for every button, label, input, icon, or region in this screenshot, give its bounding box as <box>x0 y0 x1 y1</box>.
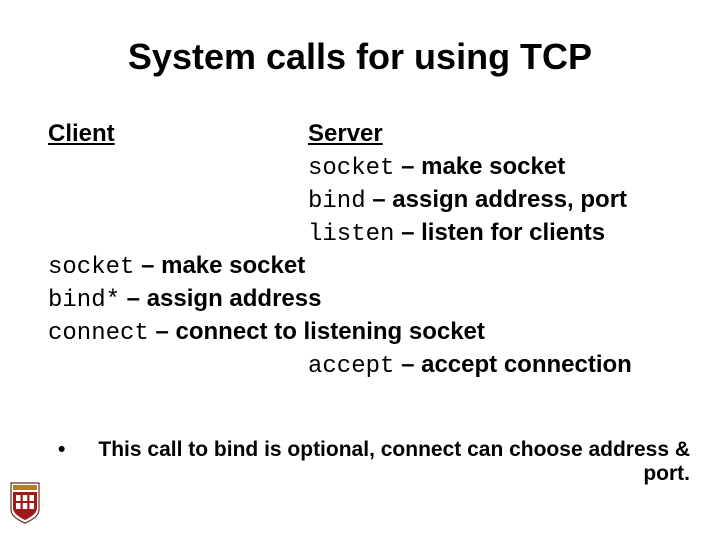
footnote: • This call to bind is optional, connect… <box>48 438 690 486</box>
server-column-header: Server <box>308 120 383 148</box>
footnote-text: This call to bind is optional, connect c… <box>98 438 690 485</box>
text-assign-address: – assign address <box>120 285 321 312</box>
text-make-socket: – make socket <box>394 153 565 180</box>
text-accept-connection: – accept connection <box>394 351 631 378</box>
client-column-header: Client <box>48 120 115 148</box>
server-line-bind: bind – assign address, port <box>308 186 627 215</box>
slide-title: System calls for using TCP <box>0 36 720 78</box>
server-line-socket: socket – make socket <box>308 153 565 182</box>
code-connect: connect <box>48 320 149 347</box>
client-line-bind: bind* – assign address <box>48 285 321 314</box>
server-line-accept: accept – accept connection <box>308 351 632 380</box>
bullet-icon: • <box>58 438 65 462</box>
text-connect-listening: – connect to listening socket <box>149 318 485 345</box>
code-accept: accept <box>308 353 394 380</box>
brown-shield-icon <box>10 482 40 524</box>
client-line-connect: connect – connect to listening socket <box>48 318 485 347</box>
text-assign-address-port: – assign address, port <box>366 186 627 213</box>
code-bind: bind <box>308 188 366 215</box>
slide: System calls for using TCP Client Server… <box>0 0 720 540</box>
code-listen: listen <box>308 221 394 248</box>
client-line-socket: socket – make socket <box>48 252 305 281</box>
code-bind-star: bind* <box>48 287 120 314</box>
code-socket-client: socket <box>48 254 134 281</box>
text-listen-for-clients: – listen for clients <box>394 219 605 246</box>
server-line-listen: listen – listen for clients <box>308 219 605 248</box>
text-make-socket-client: – make socket <box>134 252 305 279</box>
code-socket: socket <box>308 155 394 182</box>
